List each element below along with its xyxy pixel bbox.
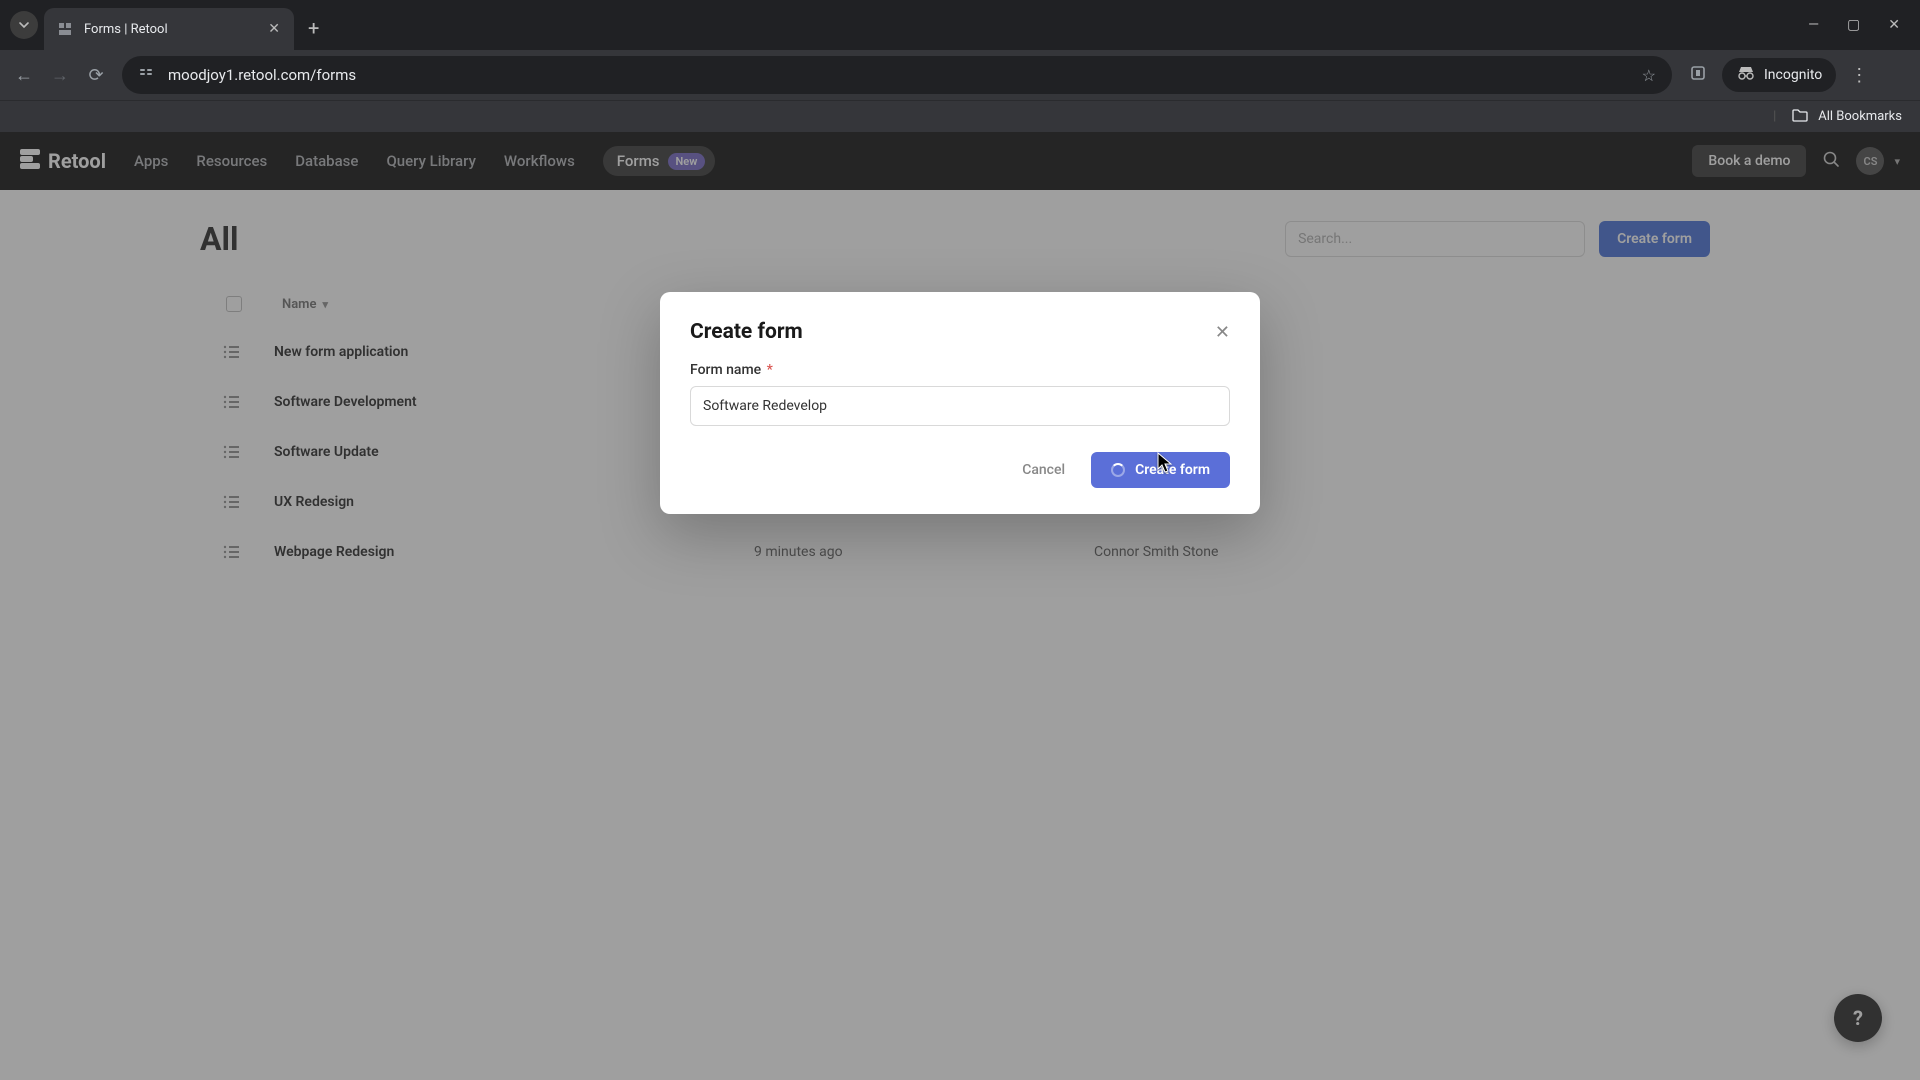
- incognito-indicator[interactable]: Incognito: [1722, 58, 1836, 92]
- required-asterisk: *: [767, 362, 773, 378]
- form-name-label-text: Form name: [690, 362, 761, 378]
- address-bar[interactable]: moodjoy1.retool.com/forms ☆: [122, 56, 1672, 94]
- create-form-submit-label: Create form: [1135, 462, 1210, 478]
- site-info-icon[interactable]: [138, 65, 154, 85]
- browser-menu-button[interactable]: ⋮: [1850, 65, 1868, 86]
- modal-title: Create form: [690, 320, 803, 344]
- incognito-label: Incognito: [1764, 67, 1822, 83]
- tab-close-icon[interactable]: ✕: [268, 21, 280, 37]
- bookmark-divider: |: [1773, 109, 1776, 124]
- extensions-icon[interactable]: [1688, 64, 1708, 87]
- tab-search-button[interactable]: [10, 11, 38, 39]
- create-form-submit-button[interactable]: Create form: [1091, 452, 1230, 488]
- incognito-icon: [1736, 66, 1756, 84]
- form-name-input[interactable]: [690, 386, 1230, 426]
- form-name-label: Form name *: [690, 362, 1230, 378]
- browser-tab-active[interactable]: Forms | Retool ✕: [44, 8, 294, 50]
- nav-forward-button[interactable]: →: [50, 65, 70, 86]
- window-maximize-button[interactable]: ▢: [1847, 17, 1860, 33]
- bookmark-bar: | All Bookmarks: [0, 100, 1920, 132]
- all-bookmarks-link[interactable]: All Bookmarks: [1818, 109, 1902, 124]
- window-close-button[interactable]: ✕: [1888, 17, 1900, 33]
- bookmark-star-icon[interactable]: ☆: [1642, 66, 1656, 85]
- modal-close-button[interactable]: ✕: [1215, 322, 1230, 343]
- modal-scrim[interactable]: [0, 132, 1920, 1080]
- cancel-button[interactable]: Cancel: [1006, 452, 1081, 488]
- bookmarks-folder-icon: [1792, 108, 1808, 126]
- browser-tabstrip: Forms | Retool ✕ + — ▢ ✕: [0, 0, 1920, 50]
- nav-reload-button[interactable]: ⟳: [86, 65, 106, 86]
- window-minimize-button[interactable]: —: [1808, 17, 1819, 33]
- address-bar-url: moodjoy1.retool.com/forms: [168, 66, 1628, 84]
- create-form-modal: Create form ✕ Form name * Cancel Create …: [660, 292, 1260, 514]
- loading-spinner-icon: [1111, 463, 1125, 477]
- tab-favicon-icon: [56, 20, 74, 38]
- browser-toolbar: ← → ⟳ moodjoy1.retool.com/forms ☆ Incogn…: [0, 50, 1920, 100]
- new-tab-button[interactable]: +: [308, 16, 319, 40]
- browser-tab-title: Forms | Retool: [84, 22, 258, 37]
- nav-back-button[interactable]: ←: [14, 65, 34, 86]
- window-controls: — ▢ ✕: [1808, 17, 1910, 33]
